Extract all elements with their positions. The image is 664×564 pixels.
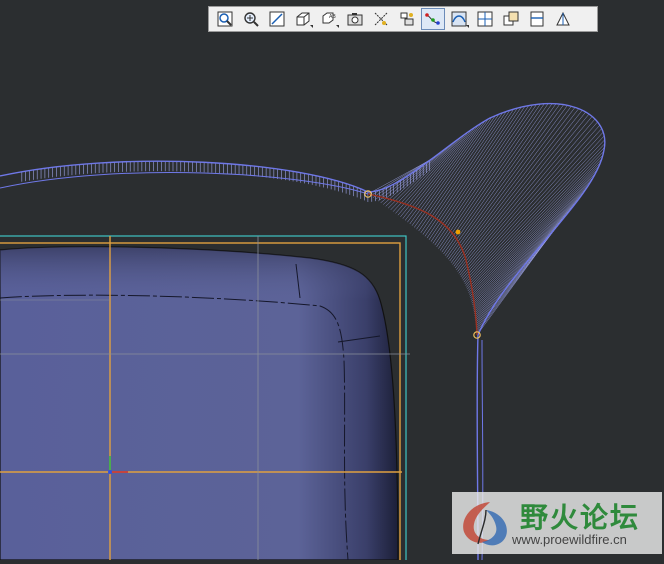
saved-views-button[interactable]: AB	[317, 8, 341, 30]
dropdown-caret-icon[interactable]	[466, 25, 469, 28]
copy-view-icon	[503, 11, 519, 26]
axis-display-icon	[374, 12, 388, 26]
svg-text:AB: AB	[329, 14, 336, 20]
plane-view-icon	[477, 11, 493, 27]
snapshot-icon	[347, 13, 363, 26]
split-view-icon	[530, 11, 544, 27]
refit-button[interactable]	[213, 8, 237, 30]
control-points-icon	[425, 13, 440, 25]
orient-view-button[interactable]	[291, 8, 315, 30]
dropdown-caret-icon[interactable]	[310, 25, 313, 28]
curvature-display-button[interactable]	[447, 8, 471, 30]
axis-display-button[interactable]	[369, 8, 393, 30]
dropdown-caret-icon[interactable]	[336, 25, 339, 28]
datum-display-button[interactable]	[395, 8, 419, 30]
control-points-button[interactable]	[421, 8, 445, 30]
section-view-icon	[556, 11, 570, 26]
plane-view-button[interactable]	[473, 8, 497, 30]
refit-icon	[217, 11, 233, 27]
zoom-window-button[interactable]	[265, 8, 289, 30]
copy-view-button[interactable]	[499, 8, 523, 30]
snapshot-button[interactable]	[343, 8, 367, 30]
watermark-logo-icon	[463, 502, 507, 546]
zoom-window-icon	[269, 11, 285, 27]
graphics-viewport[interactable]	[0, 0, 664, 564]
section-view-button[interactable]	[551, 8, 575, 30]
watermark-url: www.proewildfire.cn	[512, 532, 627, 547]
split-view-button[interactable]	[525, 8, 549, 30]
control-point	[455, 229, 461, 235]
zoom-in-icon	[244, 12, 259, 27]
watermark-title: 野火论坛	[520, 501, 641, 534]
zoom-in-button[interactable]	[239, 8, 263, 30]
watermark: 野火论坛 www.proewildfire.cn	[452, 492, 662, 554]
shaded-surface[interactable]	[0, 246, 399, 561]
datum-display-icon	[400, 12, 414, 26]
view-toolbar: AB	[208, 6, 598, 32]
